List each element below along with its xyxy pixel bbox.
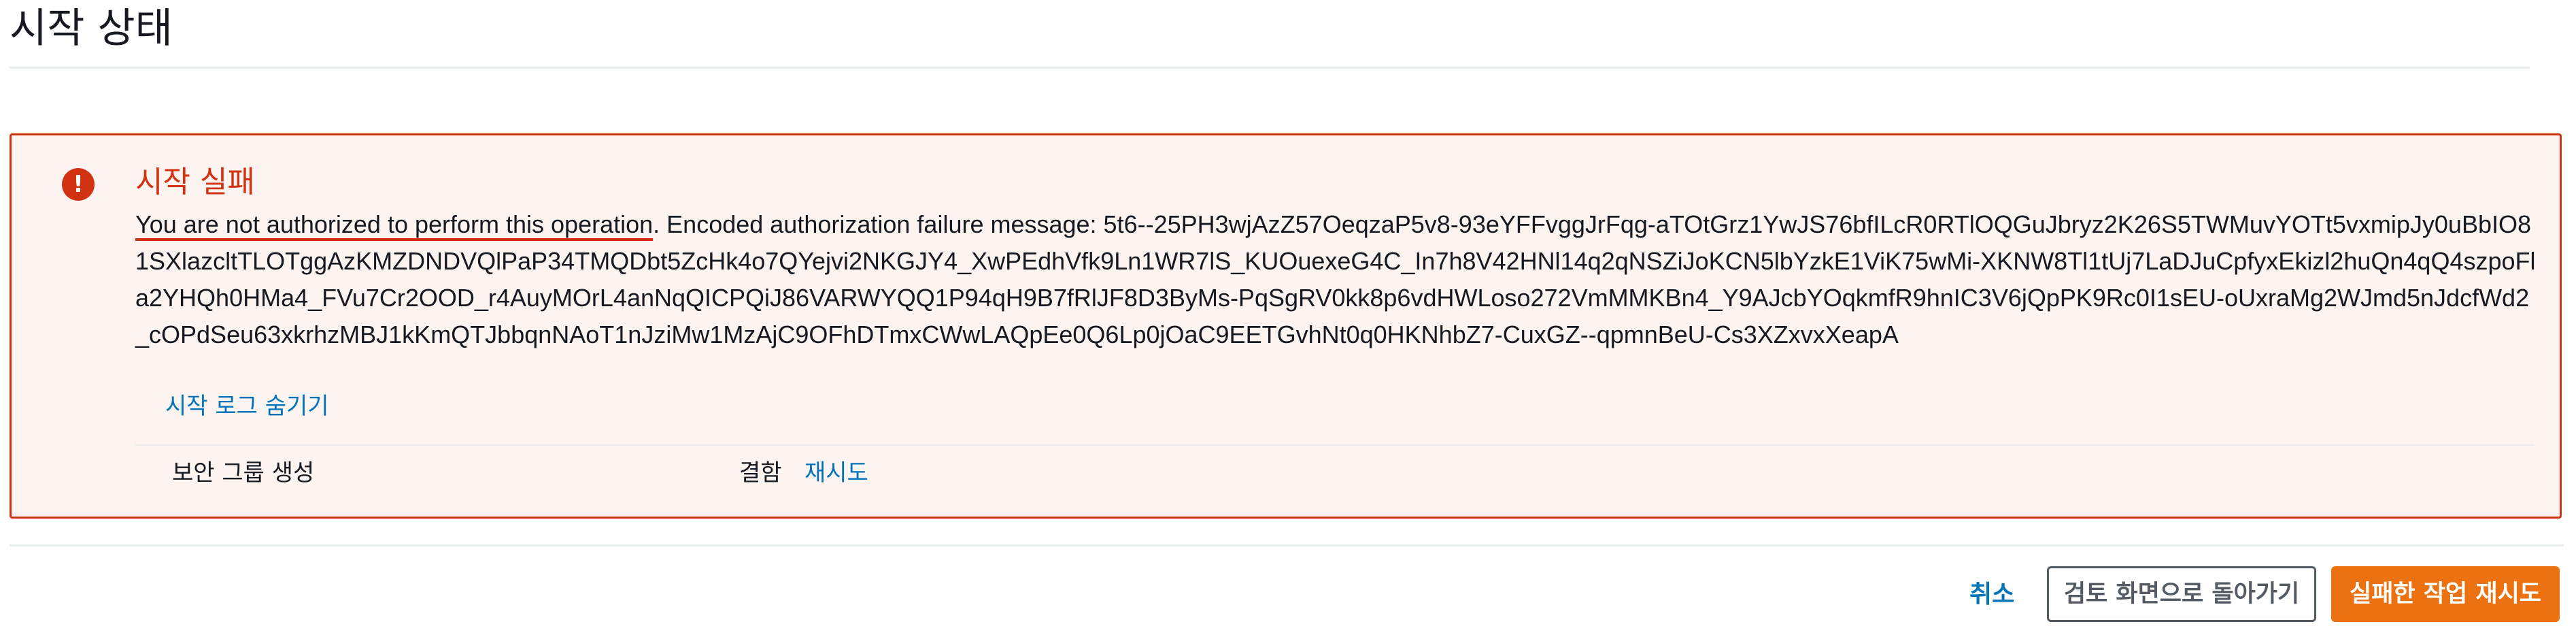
error-heading: 시작 실패: [135, 165, 255, 199]
footer-divider: [10, 544, 2564, 546]
title-divider: [10, 67, 2530, 69]
error-exclamation-icon: !: [62, 168, 95, 201]
launch-error-panel: ! 시작 실패 You are not authorized to perfor…: [10, 133, 2562, 519]
error-message: You are not authorized to perform this o…: [135, 206, 2543, 353]
page-title: 시작 상태: [10, 5, 173, 52]
step-retry-link[interactable]: 재시도: [804, 455, 868, 491]
back-to-review-button[interactable]: 검토 화면으로 돌아가기: [2047, 566, 2316, 622]
cancel-link[interactable]: 취소: [1969, 576, 2014, 614]
hide-launch-log-link[interactable]: 시작 로그 숨기기: [165, 389, 329, 424]
step-status: 결함: [739, 459, 782, 487]
step-name-security-group: 보안 그룹 생성: [172, 459, 315, 487]
step-divider: [135, 444, 2535, 446]
error-message-highlight: You are not authorized to perform this o…: [135, 210, 654, 238]
retry-failed-tasks-button[interactable]: 실패한 작업 재시도: [2331, 566, 2560, 622]
